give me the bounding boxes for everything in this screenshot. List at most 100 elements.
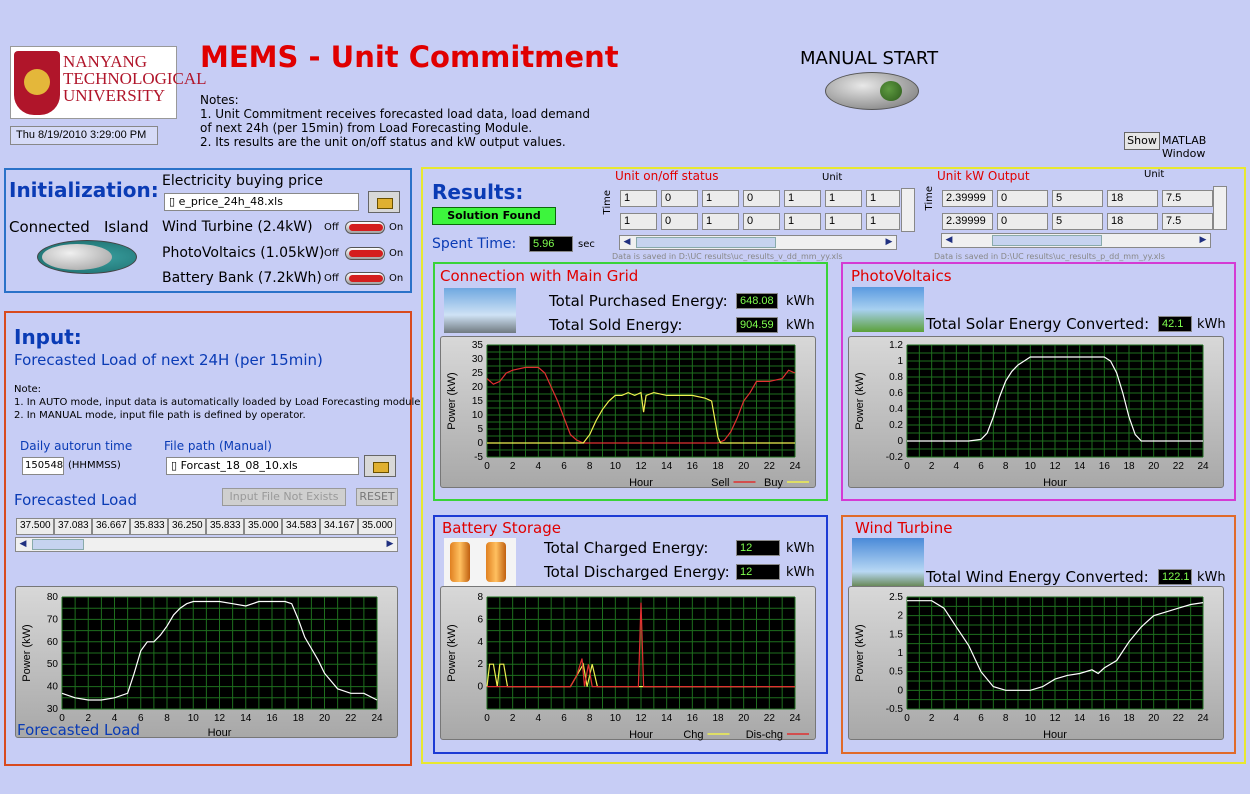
- x-axis-label: Hour: [1043, 729, 1067, 741]
- table-cell[interactable]: 5: [1052, 190, 1103, 207]
- wind-label: Total Wind Energy Converted:: [926, 568, 1149, 586]
- autorun-input[interactable]: 150548: [22, 457, 64, 475]
- forecast-chart-caption: Forecasted Load: [17, 721, 140, 739]
- forecast-value-cell[interactable]: 37.083: [54, 518, 92, 535]
- x-tick-label: 14: [1074, 461, 1086, 472]
- onoff-vscroll[interactable]: [901, 188, 915, 232]
- scroll-left-icon[interactable]: ◀: [942, 234, 956, 247]
- table-cell[interactable]: 1: [825, 190, 862, 207]
- forecast-value-cell[interactable]: 34.167: [320, 518, 358, 535]
- table-cell[interactable]: 18: [1107, 213, 1158, 230]
- table-cell[interactable]: 0: [661, 213, 698, 230]
- y-tick-label: -0.2: [886, 452, 904, 463]
- x-tick-label: 8: [1003, 461, 1009, 472]
- pv-title: PhotoVoltaics: [851, 267, 952, 285]
- forecast-value-cell[interactable]: 35.000: [358, 518, 396, 535]
- x-tick-label: 20: [319, 713, 331, 724]
- scroll-thumb[interactable]: [32, 539, 84, 550]
- x-tick-label: 14: [240, 713, 252, 724]
- price-label: Electricity buying price: [162, 173, 323, 189]
- y-tick-label: 10: [472, 410, 484, 421]
- table-cell[interactable]: 0: [661, 190, 698, 207]
- table-cell[interactable]: 1: [620, 190, 657, 207]
- spent-time-label: Spent Time:: [432, 236, 517, 252]
- battery-toggle[interactable]: [345, 272, 385, 285]
- forecast-value-cell[interactable]: 35.833: [206, 518, 244, 535]
- table-cell[interactable]: 1: [866, 213, 900, 230]
- price-file-path[interactable]: ▯ e_price_24h_48.xls: [164, 193, 359, 211]
- manual-start-label: MANUAL START: [800, 48, 939, 69]
- table-cell[interactable]: 1: [702, 190, 739, 207]
- table-cell[interactable]: 5: [1052, 213, 1103, 230]
- pv-toggle[interactable]: [345, 247, 385, 260]
- table-cell[interactable]: 7.5: [1162, 190, 1213, 207]
- y-tick-label: 1: [897, 648, 903, 659]
- solar-panel-image: [852, 287, 924, 332]
- y-tick-label: 0.4: [889, 404, 903, 415]
- discharged-unit: kWh: [786, 565, 815, 580]
- price-browse-button[interactable]: [368, 191, 400, 213]
- kw-vscroll[interactable]: [1213, 186, 1227, 230]
- y-tick-label: 5: [477, 424, 483, 435]
- table-cell[interactable]: 1: [784, 213, 821, 230]
- forecast-scrollbar[interactable]: ◀ ▶: [15, 537, 398, 552]
- filepath-browse-button[interactable]: [364, 455, 396, 477]
- y-tick-label: 4: [477, 637, 483, 648]
- x-tick-label: 16: [1099, 461, 1111, 472]
- scroll-thumb[interactable]: [636, 237, 776, 248]
- forecast-value-cell[interactable]: 36.667: [92, 518, 130, 535]
- table-cell[interactable]: 1: [825, 213, 862, 230]
- forecast-value-cell[interactable]: 36.250: [168, 518, 206, 535]
- scroll-right-icon[interactable]: ▶: [1196, 234, 1210, 247]
- table-cell[interactable]: 0: [743, 213, 780, 230]
- table-cell[interactable]: 1: [620, 213, 657, 230]
- onoff-hscroll[interactable]: ◀ ▶: [619, 235, 897, 250]
- y-tick-label: 40: [47, 682, 59, 693]
- reset-button[interactable]: RESET: [356, 488, 398, 506]
- show-matlab-button[interactable]: Show: [1124, 132, 1160, 150]
- init-title: Initialization:: [9, 178, 159, 202]
- grid-mode-switch[interactable]: [37, 240, 137, 274]
- table-cell[interactable]: 0: [997, 190, 1048, 207]
- table-cell[interactable]: 0: [997, 213, 1048, 230]
- notes-line: of next 24h (per 15min) from Load Foreca…: [200, 121, 533, 135]
- x-tick-label: 16: [687, 713, 699, 724]
- wind-toggle[interactable]: [345, 221, 385, 234]
- y-tick-label: 0: [897, 436, 903, 447]
- power-plant-image: [444, 288, 516, 333]
- scroll-right-icon[interactable]: ▶: [882, 236, 896, 249]
- logo-text: NANYANG TECHNOLOGICAL UNIVERSITY: [63, 52, 206, 105]
- y-tick-label: 15: [472, 396, 484, 407]
- table-cell[interactable]: 1: [784, 190, 821, 207]
- y-tick-label: 0: [897, 685, 903, 696]
- forecast-value-cell[interactable]: 34.583: [282, 518, 320, 535]
- kw-hscroll[interactable]: ◀ ▶: [941, 233, 1211, 248]
- x-tick-label: 6: [561, 461, 567, 472]
- wind-unit: kWh: [1197, 570, 1226, 585]
- table-cell[interactable]: 2.39999: [942, 213, 993, 230]
- scroll-left-icon[interactable]: ◀: [16, 538, 30, 551]
- filepath-input[interactable]: ▯ Forcast_18_08_10.xls: [166, 457, 359, 475]
- forecast-value-cell[interactable]: 35.000: [244, 518, 282, 535]
- forecast-value-cell[interactable]: 35.833: [130, 518, 168, 535]
- table-cell[interactable]: 1: [702, 213, 739, 230]
- table-cell[interactable]: 7.5: [1162, 213, 1213, 230]
- forecast-value-cell[interactable]: 37.500: [16, 518, 54, 535]
- switch-knob: [42, 244, 112, 270]
- x-tick-label: 18: [712, 713, 724, 724]
- scroll-thumb[interactable]: [992, 235, 1102, 246]
- manual-start-button[interactable]: [825, 72, 919, 110]
- table-cell[interactable]: 18: [1107, 190, 1158, 207]
- sold-label: Total Sold Energy:: [549, 316, 683, 334]
- scroll-left-icon[interactable]: ◀: [620, 236, 634, 249]
- autorun-label: Daily autorun time: [20, 439, 133, 453]
- table-cell[interactable]: 1: [866, 190, 900, 207]
- table-cell[interactable]: 0: [743, 190, 780, 207]
- scroll-right-icon[interactable]: ▶: [383, 538, 397, 551]
- price-file-value: e_price_24h_48.xls: [178, 195, 283, 208]
- x-tick-label: 12: [635, 713, 647, 724]
- solution-status-badge: Solution Found: [432, 207, 556, 225]
- solar-label: Total Solar Energy Converted:: [926, 315, 1150, 333]
- input-file-not-exists-button[interactable]: Input File Not Exists: [222, 488, 346, 506]
- table-cell[interactable]: 2.39999: [942, 190, 993, 207]
